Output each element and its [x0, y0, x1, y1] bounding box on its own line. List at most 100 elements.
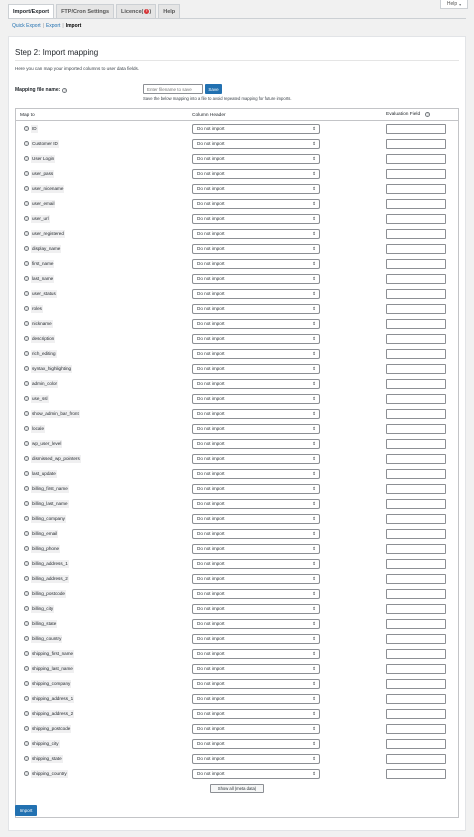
evaluation-field-input[interactable] [386, 469, 446, 479]
evaluation-field-input[interactable] [386, 364, 446, 374]
column-header-select[interactable]: Do not import ⇕ [192, 304, 320, 314]
evaluation-field-input[interactable] [386, 559, 446, 569]
column-header-select[interactable]: Do not import ⇕ [192, 754, 320, 764]
help-question-icon[interactable]: ? [24, 351, 29, 356]
evaluation-field-input[interactable] [386, 379, 446, 389]
help-question-icon[interactable]: ? [24, 231, 29, 236]
help-question-icon[interactable]: ? [24, 141, 29, 146]
import-link-current[interactable]: Import [66, 23, 82, 29]
evaluation-field-input[interactable] [386, 679, 446, 689]
help-question-icon[interactable]: ? [24, 741, 29, 746]
column-header-select[interactable]: Do not import ⇕ [192, 259, 320, 269]
evaluation-field-input[interactable] [386, 184, 446, 194]
help-question-icon[interactable]: ? [24, 426, 29, 431]
help-question-icon[interactable]: ? [24, 186, 29, 191]
evaluation-field-input[interactable] [386, 409, 446, 419]
help-question-icon[interactable]: ? [24, 306, 29, 311]
help-question-icon[interactable]: ? [24, 756, 29, 761]
evaluation-field-input[interactable] [386, 424, 446, 434]
evaluation-field-input[interactable] [386, 484, 446, 494]
evaluation-field-input[interactable] [386, 394, 446, 404]
column-header-select[interactable]: Do not import ⇕ [192, 544, 320, 554]
evaluation-field-input[interactable] [386, 319, 446, 329]
evaluation-field-input[interactable] [386, 199, 446, 209]
help-question-icon[interactable]: ? [24, 546, 29, 551]
help-question-icon[interactable]: ? [24, 771, 29, 776]
help-question-icon[interactable]: ? [24, 261, 29, 266]
column-header-select[interactable]: Do not import ⇕ [192, 334, 320, 344]
column-header-select[interactable]: Do not import ⇕ [192, 154, 320, 164]
column-header-select[interactable]: Do not import ⇕ [192, 439, 320, 449]
evaluation-field-input[interactable] [386, 634, 446, 644]
tab-licence[interactable]: Licence(!) [116, 4, 157, 18]
column-header-select[interactable]: Do not import ⇕ [192, 709, 320, 719]
help-question-icon[interactable]: ? [24, 621, 29, 626]
help-question-icon[interactable]: ? [24, 501, 29, 506]
column-header-select[interactable]: Do not import ⇕ [192, 724, 320, 734]
evaluation-field-input[interactable] [386, 154, 446, 164]
evaluation-field-input[interactable] [386, 514, 446, 524]
column-header-select[interactable]: Do not import ⇕ [192, 124, 320, 134]
help-question-icon[interactable]: ? [425, 112, 431, 117]
help-question-icon[interactable]: ? [24, 606, 29, 611]
column-header-select[interactable]: Do not import ⇕ [192, 229, 320, 239]
help-question-icon[interactable]: ? [24, 246, 29, 251]
column-header-select[interactable]: Do not import ⇕ [192, 394, 320, 404]
column-header-select[interactable]: Do not import ⇕ [192, 409, 320, 419]
evaluation-field-input[interactable] [386, 589, 446, 599]
column-header-select[interactable]: Do not import ⇕ [192, 574, 320, 584]
help-question-icon[interactable]: ? [24, 471, 29, 476]
evaluation-field-input[interactable] [386, 289, 446, 299]
evaluation-field-input[interactable] [386, 604, 446, 614]
show-all-meta-button[interactable]: Show all (meta data) [210, 784, 264, 793]
help-question-icon[interactable]: ? [24, 381, 29, 386]
column-header-select[interactable]: Do not import ⇕ [192, 499, 320, 509]
help-question-icon[interactable]: ? [24, 696, 29, 701]
column-header-select[interactable]: Do not import ⇕ [192, 739, 320, 749]
mapping-filename-input[interactable] [143, 84, 203, 94]
column-header-select[interactable]: Do not import ⇕ [192, 274, 320, 284]
column-header-select[interactable]: Do not import ⇕ [192, 679, 320, 689]
evaluation-field-input[interactable] [386, 229, 446, 239]
evaluation-field-input[interactable] [386, 649, 446, 659]
evaluation-field-input[interactable] [386, 169, 446, 179]
help-question-icon[interactable]: ? [24, 171, 29, 176]
column-header-select[interactable]: Do not import ⇕ [192, 244, 320, 254]
evaluation-field-input[interactable] [386, 664, 446, 674]
column-header-select[interactable]: Do not import ⇕ [192, 214, 320, 224]
help-question-icon[interactable]: ? [24, 366, 29, 371]
help-question-icon[interactable]: ? [24, 681, 29, 686]
help-question-icon[interactable]: ? [24, 711, 29, 716]
column-header-select[interactable]: Do not import ⇕ [192, 664, 320, 674]
column-header-select[interactable]: Do not import ⇕ [192, 619, 320, 629]
help-tab[interactable]: Help ▾ [440, 0, 468, 9]
help-question-icon[interactable]: ? [24, 456, 29, 461]
evaluation-field-input[interactable] [386, 439, 446, 449]
evaluation-field-input[interactable] [386, 529, 446, 539]
column-header-select[interactable]: Do not import ⇕ [192, 289, 320, 299]
help-question-icon[interactable]: ? [24, 666, 29, 671]
evaluation-field-input[interactable] [386, 754, 446, 764]
help-question-icon[interactable]: ? [24, 651, 29, 656]
evaluation-field-input[interactable] [386, 724, 446, 734]
column-header-select[interactable]: Do not import ⇕ [192, 589, 320, 599]
help-question-icon[interactable]: ? [24, 441, 29, 446]
tab-import-export[interactable]: Import/Export [8, 4, 55, 19]
evaluation-field-input[interactable] [386, 334, 446, 344]
import-button[interactable]: Import [15, 805, 37, 816]
help-question-icon[interactable]: ? [24, 156, 29, 161]
help-question-icon[interactable]: ? [24, 516, 29, 521]
help-question-icon[interactable]: ? [24, 561, 29, 566]
evaluation-field-input[interactable] [386, 274, 446, 284]
column-header-select[interactable]: Do not import ⇕ [192, 379, 320, 389]
evaluation-field-input[interactable] [386, 304, 446, 314]
column-header-select[interactable]: Do not import ⇕ [192, 184, 320, 194]
help-question-icon[interactable]: ? [62, 87, 68, 93]
evaluation-field-input[interactable] [386, 739, 446, 749]
column-header-select[interactable]: Do not import ⇕ [192, 364, 320, 374]
help-question-icon[interactable]: ? [24, 216, 29, 221]
column-header-select[interactable]: Do not import ⇕ [192, 634, 320, 644]
column-header-select[interactable]: Do not import ⇕ [192, 469, 320, 479]
evaluation-field-input[interactable] [386, 619, 446, 629]
evaluation-field-input[interactable] [386, 709, 446, 719]
